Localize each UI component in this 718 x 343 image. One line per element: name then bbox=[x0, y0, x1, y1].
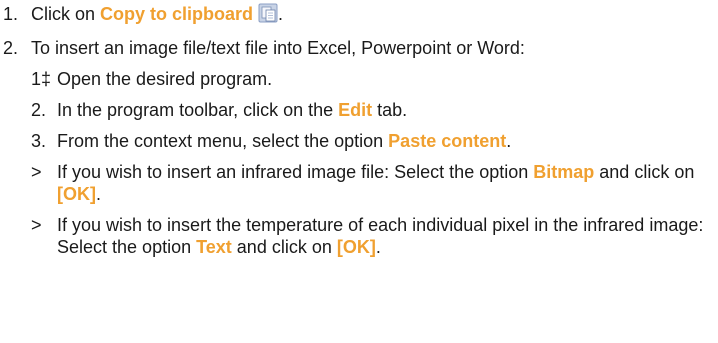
text-option-label: Text bbox=[196, 237, 232, 257]
edit-tab-label: Edit bbox=[338, 100, 373, 120]
step-text: Click on Copy to clipboard . bbox=[31, 3, 710, 28]
step-number: 2. bbox=[3, 38, 19, 58]
step-text: To insert an image file/text file into E… bbox=[31, 38, 525, 58]
substep-3: 3. From the context menu, select the opt… bbox=[31, 130, 710, 152]
substep-1: 1‡ Open the desired program. bbox=[31, 68, 710, 90]
ok-button-label: [OK] bbox=[336, 237, 376, 257]
substep-number: 2. bbox=[31, 100, 47, 120]
result-marker: > bbox=[31, 162, 42, 182]
bitmap-option-label: Bitmap bbox=[533, 162, 595, 182]
copy-to-clipboard-label: Copy to clipboard bbox=[100, 4, 254, 24]
substep-text: Open the desired program. bbox=[57, 69, 273, 89]
substep-2: 2. In the program toolbar, click on the … bbox=[31, 99, 710, 121]
result-marker: > bbox=[31, 215, 42, 235]
step-1: 1. Click on Copy to clipboard . bbox=[0, 3, 710, 28]
paste-content-label: Paste content bbox=[388, 131, 507, 151]
substep-number: 3. bbox=[31, 131, 47, 151]
step-number: 1. bbox=[3, 4, 19, 24]
instruction-document: 1. Click on Copy to clipboard . 2. To in… bbox=[0, 0, 718, 343]
clipboard-copy-icon bbox=[258, 3, 278, 28]
ok-button-label: [OK] bbox=[57, 184, 96, 204]
substep-text: From the context menu, select the option… bbox=[57, 131, 512, 151]
result-text: If you wish to insert an infrared image … bbox=[57, 162, 695, 204]
result-bitmap: > If you wish to insert an infrared imag… bbox=[31, 161, 710, 205]
result-text: If you wish to insert the temperature of… bbox=[57, 215, 704, 257]
substep-number: 1‡ bbox=[31, 69, 52, 89]
substep-text: In the program toolbar, click on the Edi… bbox=[57, 100, 408, 120]
step-2: 2. To insert an image file/text file int… bbox=[0, 37, 710, 59]
result-text-option: > If you wish to insert the temperature … bbox=[31, 214, 710, 258]
